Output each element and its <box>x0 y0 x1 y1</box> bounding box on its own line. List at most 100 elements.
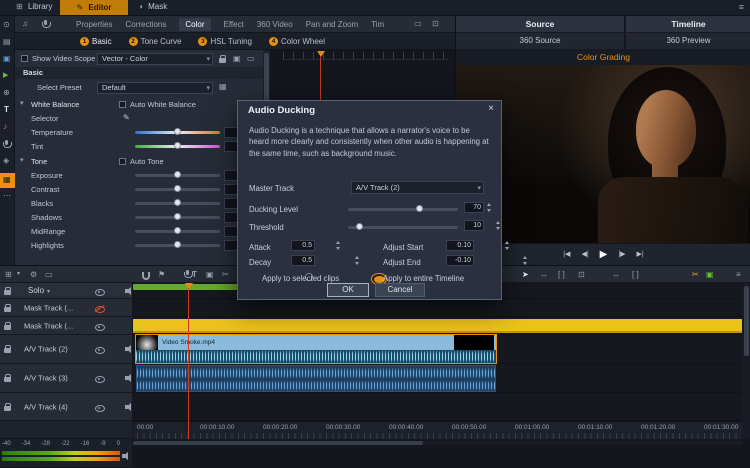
av-track-4-lock-icon[interactable] <box>4 403 11 411</box>
track-manager-caret-icon[interactable] <box>17 271 20 277</box>
menu-tab-360video[interactable]: 360 Video <box>257 20 293 29</box>
mask-track-2-header[interactable]: Mask Track (... <box>0 317 133 335</box>
av-track-3-visibility-icon[interactable] <box>95 375 105 382</box>
contrast-slider[interactable] <box>135 188 220 191</box>
color-grading-tab[interactable]: Color Grading <box>456 50 750 65</box>
subtab-hsl-tuning[interactable]: 3 HSL Tuning <box>198 37 252 46</box>
toolbar-more-icon[interactable] <box>736 271 741 279</box>
av-track-4-lane[interactable] <box>133 393 742 421</box>
nav-media-icon[interactable] <box>3 21 10 29</box>
adjust-start-value[interactable]: 0.10 <box>446 240 474 251</box>
nav-projects-icon[interactable] <box>3 38 11 46</box>
decay-spinner[interactable] <box>354 255 361 266</box>
av-track-3-lane[interactable] <box>133 364 742 393</box>
timeline-scrollbar-horizontal-thumb[interactable] <box>133 441 423 445</box>
timeline-view-icon[interactable] <box>45 271 53 279</box>
range-tool-icon[interactable] <box>632 271 639 279</box>
timeline-ruler[interactable]: 00:00 00:00:10.00 00:00:20.00 00:00:30.0… <box>133 421 742 439</box>
exposure-slider[interactable] <box>135 174 220 177</box>
music-icon[interactable] <box>22 20 28 28</box>
mark-in-out-icon[interactable] <box>558 271 565 279</box>
menu-tab-color[interactable]: Color <box>179 18 210 31</box>
temperature-thumb[interactable] <box>174 128 181 135</box>
adjust-end-value[interactable]: -0.10 <box>446 255 474 266</box>
title-tool-icon[interactable] <box>192 271 197 279</box>
monitor-tab-360-preview[interactable]: 360 Preview <box>626 33 750 49</box>
decay-value[interactable]: 0.5 <box>291 255 315 266</box>
app-menu-icon[interactable] <box>739 3 744 12</box>
temperature-slider[interactable] <box>135 131 220 134</box>
nav-360-icon[interactable] <box>3 89 10 97</box>
tone-expander-icon[interactable] <box>20 157 24 164</box>
threshold-value[interactable]: 10 <box>464 220 484 231</box>
tab-library[interactable]: Library <box>16 2 52 11</box>
av-track-3-header[interactable]: A/V Track (3) <box>0 364 133 393</box>
audio-clip[interactable] <box>136 365 496 392</box>
mask-track-2-visibility-icon[interactable] <box>95 323 105 330</box>
tint-thumb[interactable] <box>174 142 181 149</box>
tint-slider[interactable] <box>135 145 220 148</box>
mask-track-1-lock-icon[interactable] <box>4 304 11 312</box>
solo-visibility-icon[interactable] <box>95 288 105 295</box>
menu-tab-effect[interactable]: Effect <box>224 20 244 29</box>
highlights-thumb[interactable] <box>174 241 181 248</box>
contrast-thumb[interactable] <box>174 185 181 192</box>
marker-icon[interactable] <box>158 271 165 279</box>
attack-spinner[interactable] <box>335 240 342 251</box>
snapshot-icon[interactable] <box>206 271 214 279</box>
nav-titles-icon[interactable] <box>4 106 9 114</box>
show-video-scope-checkbox[interactable] <box>21 55 28 62</box>
mic-icon[interactable] <box>42 20 50 29</box>
meter-speaker-icon[interactable] <box>122 452 132 460</box>
av-track-3-lock-icon[interactable] <box>4 374 11 382</box>
scope-snapshot-icon[interactable] <box>233 55 241 63</box>
dual-mode-icon[interactable] <box>578 271 585 279</box>
threshold-slider[interactable] <box>348 226 458 229</box>
nav-music-icon[interactable] <box>3 123 7 131</box>
master-track-select[interactable]: A/V Track (2) <box>351 181 484 194</box>
ducking-level-thumb[interactable] <box>416 205 423 212</box>
skip-end-icon[interactable] <box>637 251 644 258</box>
monitor-tab-source[interactable]: Source <box>456 16 625 32</box>
menu-tab-properties[interactable]: Properties <box>76 20 112 29</box>
threshold-thumb[interactable] <box>356 223 363 230</box>
nav-scopes-active[interactable] <box>0 173 15 188</box>
mask-track-1-visibility-off-icon[interactable] <box>95 305 105 312</box>
mask-clip[interactable] <box>133 319 742 333</box>
track-manager-icon[interactable] <box>5 271 12 279</box>
video-smoke-clip[interactable]: Video Smoke.mp4 <box>136 335 496 363</box>
save-preset-icon[interactable] <box>219 83 227 91</box>
scope-lock-icon[interactable] <box>219 55 226 63</box>
playhead-marker[interactable] <box>185 283 193 289</box>
menu-tab-time[interactable]: Tim <box>371 20 384 29</box>
midrange-slider[interactable] <box>135 230 220 233</box>
mask-track-1-lane[interactable] <box>133 299 742 317</box>
keyframe-ruler[interactable] <box>283 52 448 60</box>
skip-start-icon[interactable] <box>563 251 570 258</box>
magnet-icon[interactable] <box>142 272 150 280</box>
auto-white-balance-checkbox[interactable] <box>119 101 126 108</box>
scope-panel-icon[interactable] <box>247 55 255 63</box>
ducking-level-spinner[interactable] <box>486 202 493 213</box>
monitor-toggle-icon[interactable] <box>414 20 422 28</box>
av-track-2-visibility-icon[interactable] <box>95 346 105 353</box>
preset-select[interactable]: Default <box>97 82 213 94</box>
nav-photos-icon[interactable] <box>3 55 11 63</box>
tab-editor[interactable]: Editor <box>60 0 128 15</box>
eyedropper-icon[interactable] <box>123 114 130 122</box>
shadows-slider[interactable] <box>135 216 220 219</box>
timeline-scrollbar-vertical[interactable] <box>742 283 750 439</box>
av-track-2-lock-icon[interactable] <box>4 345 11 353</box>
av-track-2-lane[interactable]: Video Smoke.mp4 <box>133 335 742 364</box>
ducking-level-value[interactable]: 70 <box>464 202 484 213</box>
monitor-tab-timeline[interactable]: Timeline <box>626 16 750 32</box>
split-clip-icon[interactable] <box>222 271 229 279</box>
dialog-titlebar[interactable]: Audio Ducking <box>238 101 501 119</box>
nav-voiceover-icon[interactable] <box>3 140 11 149</box>
ok-button[interactable]: OK <box>327 283 369 297</box>
slip-tool-icon[interactable] <box>612 271 620 279</box>
adjust-start-spinner[interactable] <box>504 240 511 251</box>
threshold-spinner[interactable] <box>495 220 502 231</box>
auto-tone-checkbox[interactable] <box>119 158 126 165</box>
dialog-close-icon[interactable] <box>488 104 494 114</box>
